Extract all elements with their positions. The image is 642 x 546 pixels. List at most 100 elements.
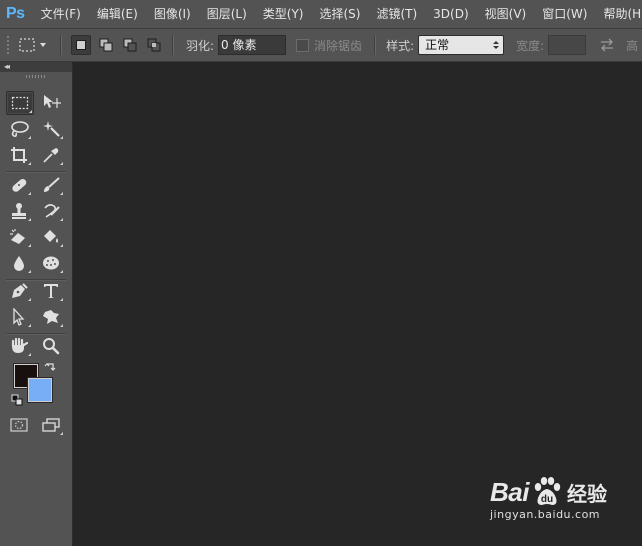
quick-mask-icon — [10, 418, 28, 432]
brush-icon — [44, 177, 60, 192]
custom-shape-tool[interactable] — [38, 306, 64, 328]
zoom-tool[interactable] — [38, 335, 64, 357]
new-selection-button[interactable] — [71, 35, 91, 55]
separator — [172, 35, 174, 55]
spot-healing-tool[interactable] — [6, 174, 32, 196]
menu-layer[interactable]: 图层(L) — [199, 0, 255, 28]
new-selection-icon — [76, 40, 86, 50]
tools-panel-header: ◂◂ — [0, 62, 72, 72]
background-color-swatch[interactable] — [27, 377, 53, 403]
shape-icon — [43, 310, 59, 324]
pen-tool[interactable] — [6, 280, 32, 302]
menu-help[interactable]: 帮助(H) — [595, 0, 642, 28]
rect-marquee-icon — [11, 96, 29, 110]
collapse-icon[interactable]: ◂◂ — [4, 62, 10, 72]
style-value: 正常 — [425, 38, 450, 52]
select-arrows-icon — [493, 41, 500, 49]
add-selection-icon — [99, 38, 113, 52]
rect-marquee-icon — [19, 38, 35, 52]
default-colors-icon[interactable] — [11, 394, 23, 406]
photoshop-logo: Ps — [6, 5, 25, 22]
hand-icon — [11, 337, 29, 353]
eraser-tool[interactable] — [6, 226, 32, 248]
sponge-tool[interactable] — [38, 252, 64, 274]
magic-wand-icon — [43, 121, 60, 137]
feather-input[interactable]: 0 像素 — [218, 35, 287, 55]
width-label: 宽度: — [516, 38, 545, 53]
menu-bar: Ps 文件(F) 编辑(E) 图像(I) 图层(L) 类型(Y) 选择(S) 滤… — [0, 0, 642, 29]
crop-icon — [11, 147, 27, 163]
paint-bucket-tool[interactable] — [38, 226, 64, 248]
swap-colors-icon[interactable] — [44, 361, 56, 373]
paint-bucket-icon — [44, 230, 58, 243]
move-icon — [44, 95, 61, 108]
arrow-cursor-icon — [13, 308, 25, 326]
menu-file[interactable]: 文件(F) — [33, 0, 89, 28]
tools-panel-grip[interactable] — [26, 75, 46, 78]
blur-tool[interactable] — [6, 252, 32, 274]
pen-icon — [12, 283, 28, 298]
baidu-paw-icon: du — [534, 477, 561, 505]
hand-tool[interactable] — [6, 335, 32, 357]
intersect-selection-button[interactable] — [145, 36, 163, 54]
chevron-down-icon — [40, 43, 46, 47]
subtract-from-selection-button[interactable] — [121, 36, 139, 54]
type-tool[interactable] — [38, 280, 64, 302]
antialias-label: 消除锯齿 — [314, 38, 363, 53]
move-tool[interactable] — [38, 91, 64, 113]
quick-mask-button[interactable] — [6, 414, 32, 436]
drop-icon — [14, 256, 24, 271]
watermark-brand-suffix: 经验 — [566, 481, 607, 506]
lasso-tool[interactable] — [6, 118, 32, 140]
intersect-selection-icon — [147, 38, 161, 52]
path-selection-tool[interactable] — [6, 306, 32, 328]
eyedropper-icon — [43, 148, 59, 163]
menu-window[interactable]: 窗口(W) — [534, 0, 595, 28]
brush-tool[interactable] — [38, 174, 64, 196]
menu-filter[interactable]: 滤镜(T) — [368, 0, 425, 28]
menu-select[interactable]: 选择(S) — [311, 0, 368, 28]
separator — [374, 35, 377, 55]
menu-type[interactable]: 类型(Y) — [255, 0, 312, 28]
options-bar-grip[interactable] — [6, 35, 10, 55]
screen-mode-icon — [42, 418, 60, 432]
eraser-icon — [10, 229, 25, 244]
eyedropper-tool[interactable] — [38, 144, 64, 166]
style-select[interactable]: 正常 — [418, 35, 505, 55]
antialias-checkbox[interactable] — [296, 38, 310, 52]
baidu-jingyan-watermark: Bai du 经验 jingyan.baidu.com — [490, 476, 620, 536]
type-icon — [44, 284, 58, 298]
magnifier-icon — [43, 338, 60, 355]
screen-mode-button[interactable] — [38, 414, 64, 436]
stamp-icon — [12, 203, 26, 219]
svg-text:du: du — [541, 494, 553, 505]
tools-divider — [6, 171, 66, 173]
menu-view[interactable]: 视图(V) — [477, 0, 535, 28]
crop-tool[interactable] — [6, 144, 32, 166]
tools-panel: ◂◂ — [0, 62, 73, 546]
watermark-brand: Bai — [490, 476, 529, 507]
history-brush-tool[interactable] — [38, 200, 64, 222]
menu-3d[interactable]: 3D(D) — [425, 0, 476, 28]
feather-label: 羽化: — [186, 38, 215, 53]
menu-image[interactable]: 图像(I) — [146, 0, 199, 28]
subtract-selection-icon — [123, 38, 137, 52]
add-to-selection-button[interactable] — [97, 36, 115, 54]
clone-stamp-tool[interactable] — [6, 200, 32, 222]
sponge-icon — [43, 256, 59, 270]
bandage-icon — [12, 178, 27, 192]
history-brush-icon — [44, 204, 60, 218]
rect-marquee-tool[interactable] — [6, 91, 34, 115]
tool-preset-picker[interactable] — [18, 34, 54, 56]
width-input[interactable] — [548, 35, 587, 55]
magic-wand-tool[interactable] — [38, 118, 64, 140]
swap-width-height-icon[interactable] — [598, 38, 616, 52]
style-label: 样式: — [386, 38, 415, 53]
options-bar: 羽化: 0 像素 消除锯齿 样式: 正常 宽度: 高 — [0, 29, 642, 62]
separator — [60, 35, 62, 55]
document-workspace[interactable] — [73, 62, 642, 546]
watermark-url: jingyan.baidu.com — [490, 508, 601, 521]
menu-edit[interactable]: 编辑(E) — [89, 0, 146, 28]
lasso-icon — [11, 121, 29, 137]
watermark-logo-row: Bai du 经验 — [490, 476, 620, 508]
